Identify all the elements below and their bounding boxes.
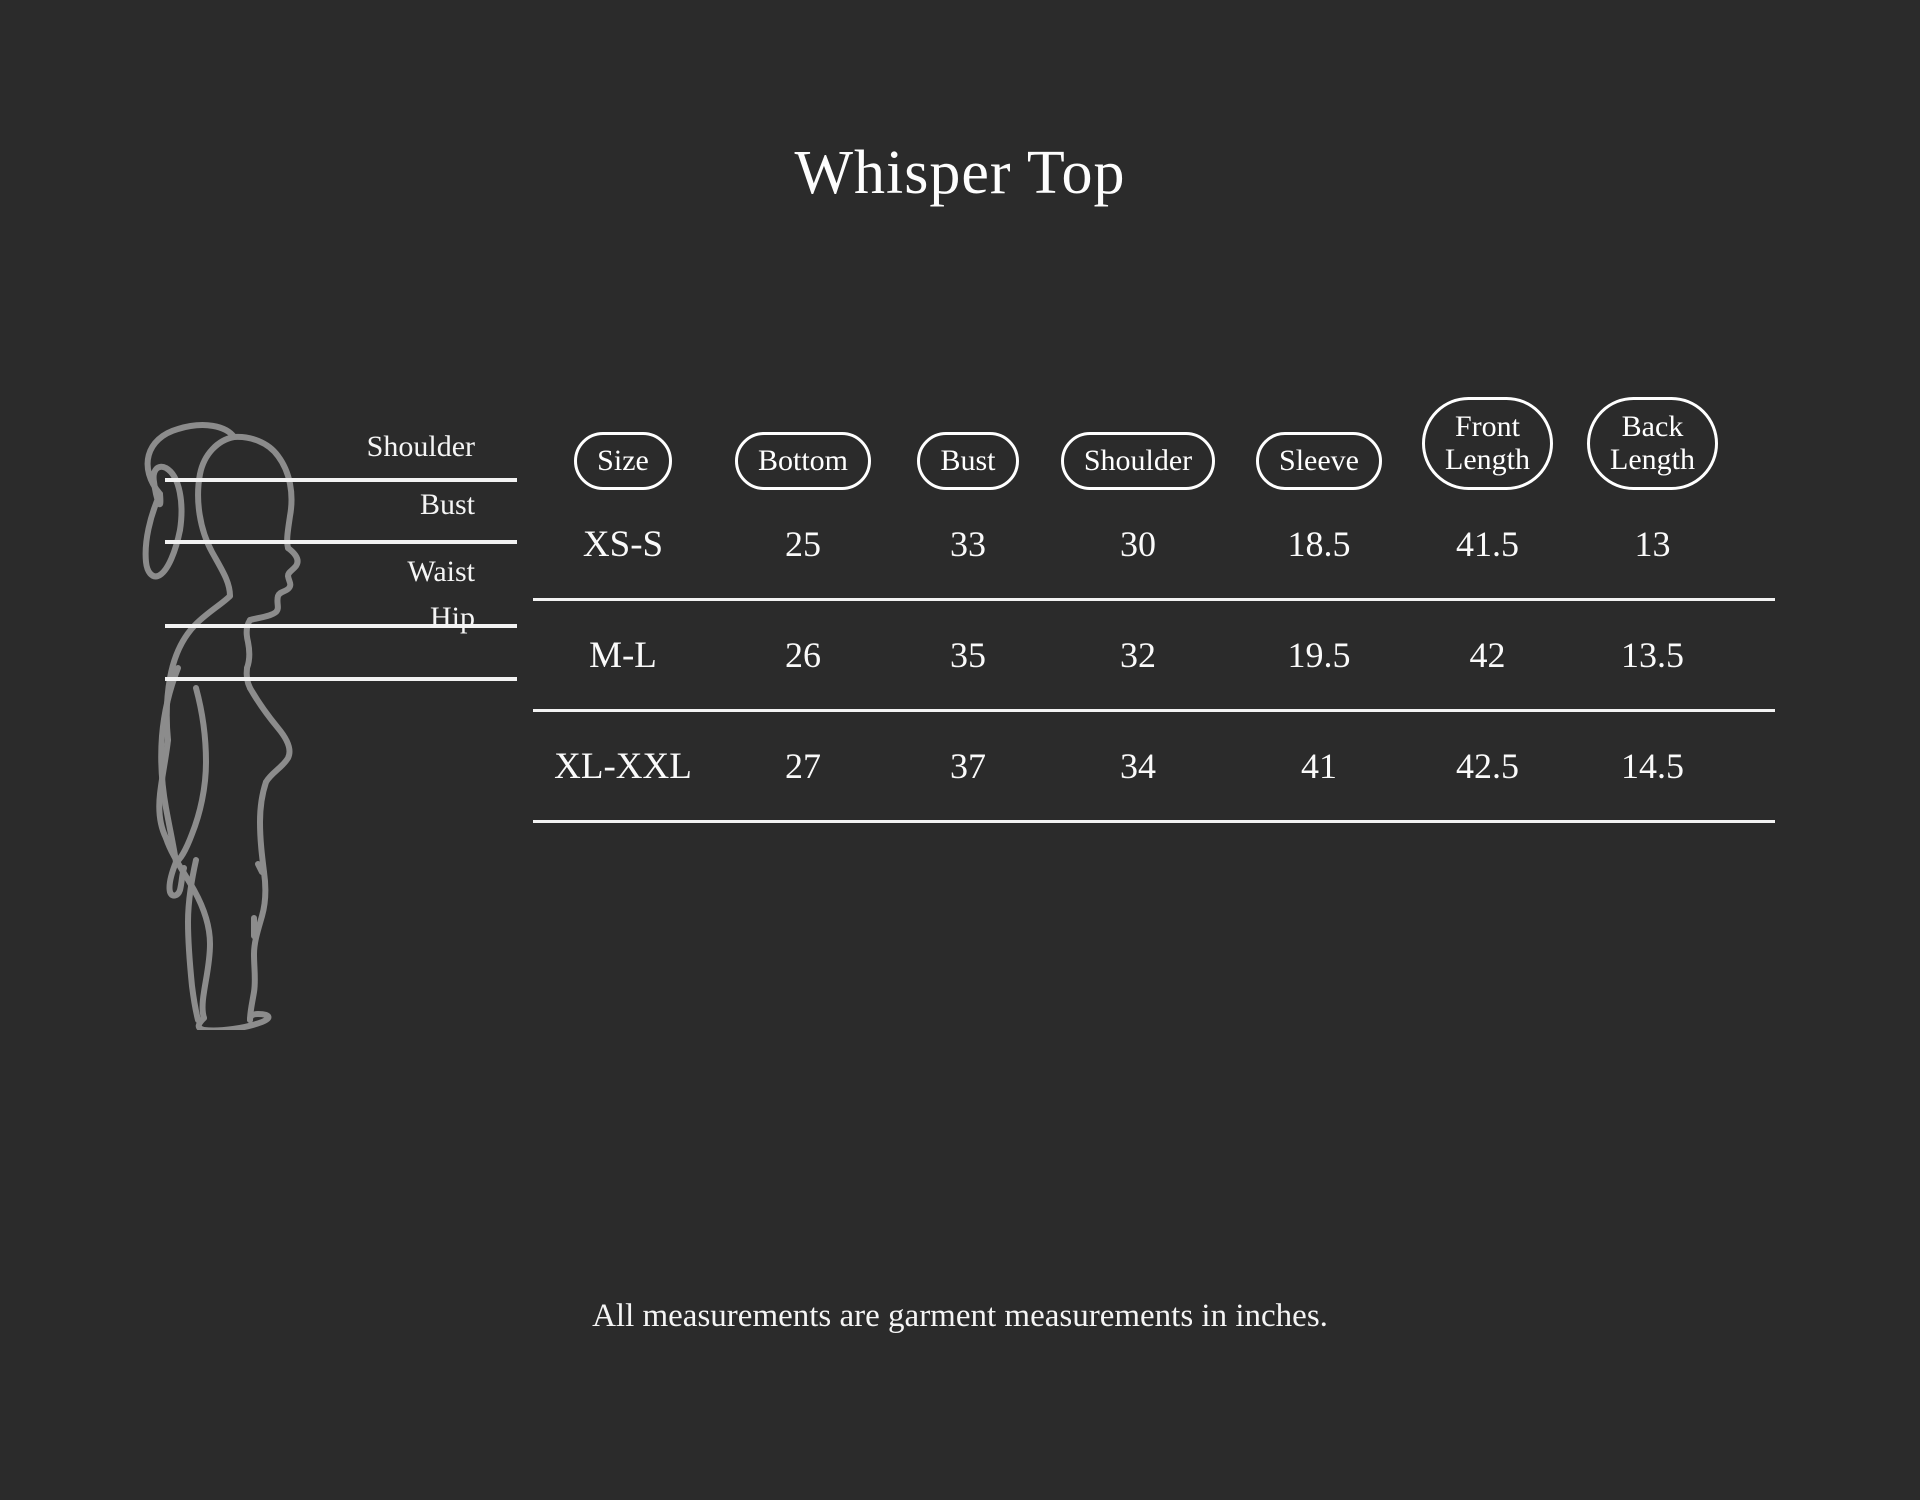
cell-bust: 35 xyxy=(950,635,986,675)
cell-size: M-L xyxy=(589,634,657,676)
header-pill-bottom: Bottom xyxy=(734,432,871,490)
table-row: XL-XXL 27 37 34 41 42.5 14.5 xyxy=(533,712,1783,820)
header-cell-back-length: Back Length xyxy=(1570,396,1735,490)
header-pill-line: Bust xyxy=(940,444,996,478)
header-pill-bust: Bust xyxy=(917,432,1019,490)
header-cell-bust: Bust xyxy=(893,432,1043,490)
header-pill-line: Bottom xyxy=(757,444,848,478)
header-pill-line: Sleeve xyxy=(1279,444,1359,478)
cell-shoulder: 30 xyxy=(1120,524,1156,564)
measurement-footnote: All measurements are garment measurement… xyxy=(592,1298,1328,1334)
row-separator xyxy=(533,820,1775,823)
header-cell-shoulder: Shoulder xyxy=(1043,432,1233,490)
table-header-row: Size Bottom Bust Shoulder Sleeve Front L… xyxy=(533,370,1783,490)
cell-shoulder: 34 xyxy=(1120,746,1156,786)
cell-back-length: 13 xyxy=(1634,524,1671,564)
header-pill-line: Shoulder xyxy=(1083,444,1193,478)
female-silhouette-icon xyxy=(142,422,301,1030)
figure-label-bust: Bust xyxy=(419,488,475,521)
header-pill-line: Size xyxy=(597,444,649,478)
header-pill-line: Back xyxy=(1621,409,1684,443)
cell-back-length: 14.5 xyxy=(1621,746,1684,786)
cell-front-length: 42 xyxy=(1469,635,1506,675)
cell-size: XS-S xyxy=(582,523,664,565)
header-pill-shoulder: Shoulder xyxy=(1060,432,1216,490)
cell-shoulder: 32 xyxy=(1120,635,1156,675)
header-pill-line: Length xyxy=(1445,443,1530,477)
header-pill-front-length: Front Length xyxy=(1422,396,1553,490)
cell-bust: 37 xyxy=(950,746,986,786)
cell-front-length: 41.5 xyxy=(1456,524,1519,564)
cell-bottom: 26 xyxy=(785,635,821,675)
page-title: Whisper Top xyxy=(794,138,1126,207)
size-chart-table: Size Bottom Bust Shoulder Sleeve Front L… xyxy=(533,370,1783,823)
header-cell-size: Size xyxy=(533,432,713,490)
table-row: XS-S 25 33 30 18.5 41.5 13 xyxy=(533,490,1783,598)
cell-sleeve: 19.5 xyxy=(1287,635,1351,675)
header-pill-back-length: Back Length xyxy=(1587,396,1718,490)
table-row: M-L 26 35 32 19.5 42 13.5 xyxy=(533,601,1783,709)
header-cell-sleeve: Sleeve xyxy=(1233,432,1405,490)
cell-back-length: 13.5 xyxy=(1621,635,1684,675)
header-pill-line: Front xyxy=(1454,409,1520,443)
figure-label-shoulder: Shoulder xyxy=(366,430,475,463)
cell-size: XL-XXL xyxy=(554,745,692,787)
cell-bottom: 27 xyxy=(785,746,821,786)
measurement-figure-panel: Shoulder Bust Waist Hip xyxy=(60,400,517,1230)
figure-line-shoulder xyxy=(165,478,517,482)
cell-bust: 33 xyxy=(950,524,986,564)
figure-line-hip xyxy=(165,677,517,681)
header-cell-bottom: Bottom xyxy=(713,432,893,490)
header-pill-line: Length xyxy=(1610,443,1695,477)
figure-line-bust xyxy=(165,540,517,544)
figure-label-waist: Waist xyxy=(407,555,475,588)
figure-label-hip: Hip xyxy=(430,601,475,634)
header-cell-front-length: Front Length xyxy=(1405,396,1570,490)
header-pill-sleeve: Sleeve xyxy=(1256,432,1382,490)
cell-sleeve: 41 xyxy=(1301,746,1337,786)
cell-front-length: 42.5 xyxy=(1456,746,1519,786)
header-pill-size: Size xyxy=(574,432,672,490)
cell-sleeve: 18.5 xyxy=(1287,524,1351,564)
cell-bottom: 25 xyxy=(785,524,821,564)
